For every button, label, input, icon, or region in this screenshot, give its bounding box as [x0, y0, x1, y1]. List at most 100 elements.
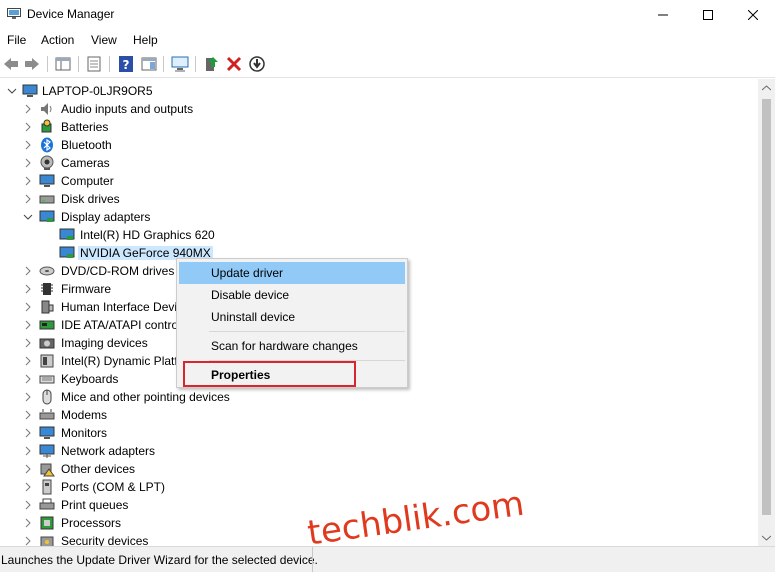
chevron-right-icon[interactable]: [22, 481, 34, 493]
action-pane-icon[interactable]: [140, 55, 158, 73]
port-icon: [42, 479, 52, 495]
tree-item-label: Computer: [61, 174, 114, 188]
chevron-right-icon[interactable]: [22, 139, 34, 151]
uninstall-device-menu-item[interactable]: Uninstall device: [179, 306, 405, 328]
forward-arrow-icon[interactable]: [23, 55, 41, 73]
properties-icon[interactable]: [85, 55, 103, 73]
monitor-icon: [39, 426, 55, 439]
chevron-right-icon[interactable]: [22, 121, 34, 133]
tree-item-label: Security devices: [61, 534, 149, 546]
tree-item-disk-drives[interactable]: Disk drives: [0, 190, 758, 208]
tree-item-label: Cameras: [61, 156, 110, 170]
chevron-right-icon[interactable]: [22, 319, 34, 331]
chevron-right-icon[interactable]: [22, 445, 34, 457]
scroll-down-button[interactable]: [758, 529, 775, 546]
maximize-button[interactable]: [685, 0, 731, 30]
chevron-right-icon[interactable]: [22, 409, 34, 421]
bluetooth-icon: [41, 137, 53, 153]
chevron-right-icon[interactable]: [22, 373, 34, 385]
uninstall-x-icon[interactable]: [225, 55, 243, 73]
monitor-icon: [39, 174, 55, 187]
tree-root[interactable]: LAPTOP-0LJR9OR5: [0, 82, 758, 100]
chevron-down-icon[interactable]: [6, 85, 18, 97]
tree-item-label: Ports (COM & LPT): [61, 480, 166, 494]
disable-device-menu-item[interactable]: Disable device: [179, 284, 405, 306]
scan-hardware-icon[interactable]: [171, 55, 189, 73]
chevron-right-icon[interactable]: [22, 103, 34, 115]
tree-item-mice[interactable]: Mice and other pointing devices: [0, 388, 758, 406]
tree-item-cameras[interactable]: Cameras: [0, 154, 758, 172]
menu-action[interactable]: Action: [41, 33, 74, 47]
chevron-right-icon[interactable]: [22, 517, 34, 529]
toolbar-separator: [163, 56, 164, 72]
close-button[interactable]: [730, 0, 775, 30]
tree-child-intel-graphics[interactable]: Intel(R) HD Graphics 620: [0, 226, 758, 244]
tree-item-label: DVD/CD-ROM drives: [61, 264, 175, 278]
toolbar-separator: [47, 56, 48, 72]
hid-icon: [41, 300, 54, 314]
tree-item-modems[interactable]: Modems: [0, 406, 758, 424]
tree-item-ports[interactable]: Ports (COM & LPT): [0, 478, 758, 496]
scan-hardware-menu-item[interactable]: Scan for hardware changes: [179, 335, 405, 357]
toolbar-separator: [78, 56, 79, 72]
svg-text:?: ?: [123, 58, 130, 72]
imaging-device-icon: [39, 338, 55, 349]
menu-item-label: Update driver: [211, 266, 284, 280]
minimize-icon: [658, 14, 668, 16]
chevron-right-icon[interactable]: [22, 427, 34, 439]
chevron-right-icon[interactable]: [22, 283, 34, 295]
tree-item-label: Bluetooth: [61, 138, 112, 152]
printer-icon: [39, 498, 55, 510]
tree-item-display-adapters[interactable]: Display adapters: [0, 208, 758, 226]
tree-item-label: Processors: [61, 516, 122, 530]
chevron-right-icon[interactable]: [22, 193, 34, 205]
chevron-down-icon[interactable]: [22, 211, 34, 223]
chevron-right-icon[interactable]: [22, 355, 34, 367]
chevron-right-icon[interactable]: [22, 175, 34, 187]
security-device-icon: [40, 536, 54, 546]
chevron-up-icon: [762, 84, 771, 90]
tree-item-label: Human Interface Devi: [61, 300, 178, 314]
menu-file[interactable]: File: [7, 33, 26, 47]
tree-item-label: Mice and other pointing devices: [61, 390, 230, 404]
tree-item-label: Firmware: [61, 282, 111, 296]
tree-child-label: Intel(R) HD Graphics 620: [80, 228, 215, 242]
download-arrow-icon[interactable]: [248, 55, 266, 73]
network-adapter-icon: [39, 444, 55, 458]
chevron-right-icon[interactable]: [22, 337, 34, 349]
tree-item-label: Network adapters: [61, 444, 156, 458]
scrollbar-thumb[interactable]: [762, 99, 771, 515]
menu-item-label: Disable device: [211, 288, 290, 302]
title-bar: Device Manager: [0, 0, 775, 30]
tree-item-network[interactable]: Network adapters: [0, 442, 758, 460]
chevron-right-icon[interactable]: [22, 301, 34, 313]
chevron-right-icon[interactable]: [22, 157, 34, 169]
tree-item-computer[interactable]: Computer: [0, 172, 758, 190]
tree-item-audio[interactable]: Audio inputs and outputs: [0, 100, 758, 118]
menu-help[interactable]: Help: [133, 33, 158, 47]
tree-item-label: Modems: [61, 408, 108, 422]
chevron-down-icon: [762, 535, 771, 541]
back-arrow-icon[interactable]: [2, 55, 20, 73]
scroll-up-button[interactable]: [758, 79, 775, 96]
tree-item-label: Display adapters: [61, 210, 151, 224]
help-icon[interactable]: ?: [117, 55, 135, 73]
chevron-right-icon[interactable]: [22, 391, 34, 403]
menu-view[interactable]: View: [91, 33, 117, 47]
chevron-right-icon[interactable]: [22, 499, 34, 511]
speaker-icon: [41, 103, 52, 115]
update-driver-menu-item[interactable]: Update driver: [179, 262, 405, 284]
show-hide-tree-icon[interactable]: [54, 55, 72, 73]
tree-root-label: LAPTOP-0LJR9OR5: [42, 84, 153, 98]
display-adapter-icon: [59, 246, 75, 258]
tree-item-other[interactable]: Other devices: [0, 460, 758, 478]
chevron-right-icon[interactable]: [22, 265, 34, 277]
tree-item-monitors[interactable]: Monitors: [0, 424, 758, 442]
tree-item-batteries[interactable]: Batteries: [0, 118, 758, 136]
minimize-button[interactable]: [640, 0, 686, 30]
chevron-right-icon[interactable]: [22, 463, 34, 475]
update-driver-icon[interactable]: [203, 55, 221, 73]
vertical-scrollbar[interactable]: [758, 79, 775, 546]
tree-item-bluetooth[interactable]: Bluetooth: [0, 136, 758, 154]
chevron-right-icon[interactable]: [22, 535, 34, 546]
